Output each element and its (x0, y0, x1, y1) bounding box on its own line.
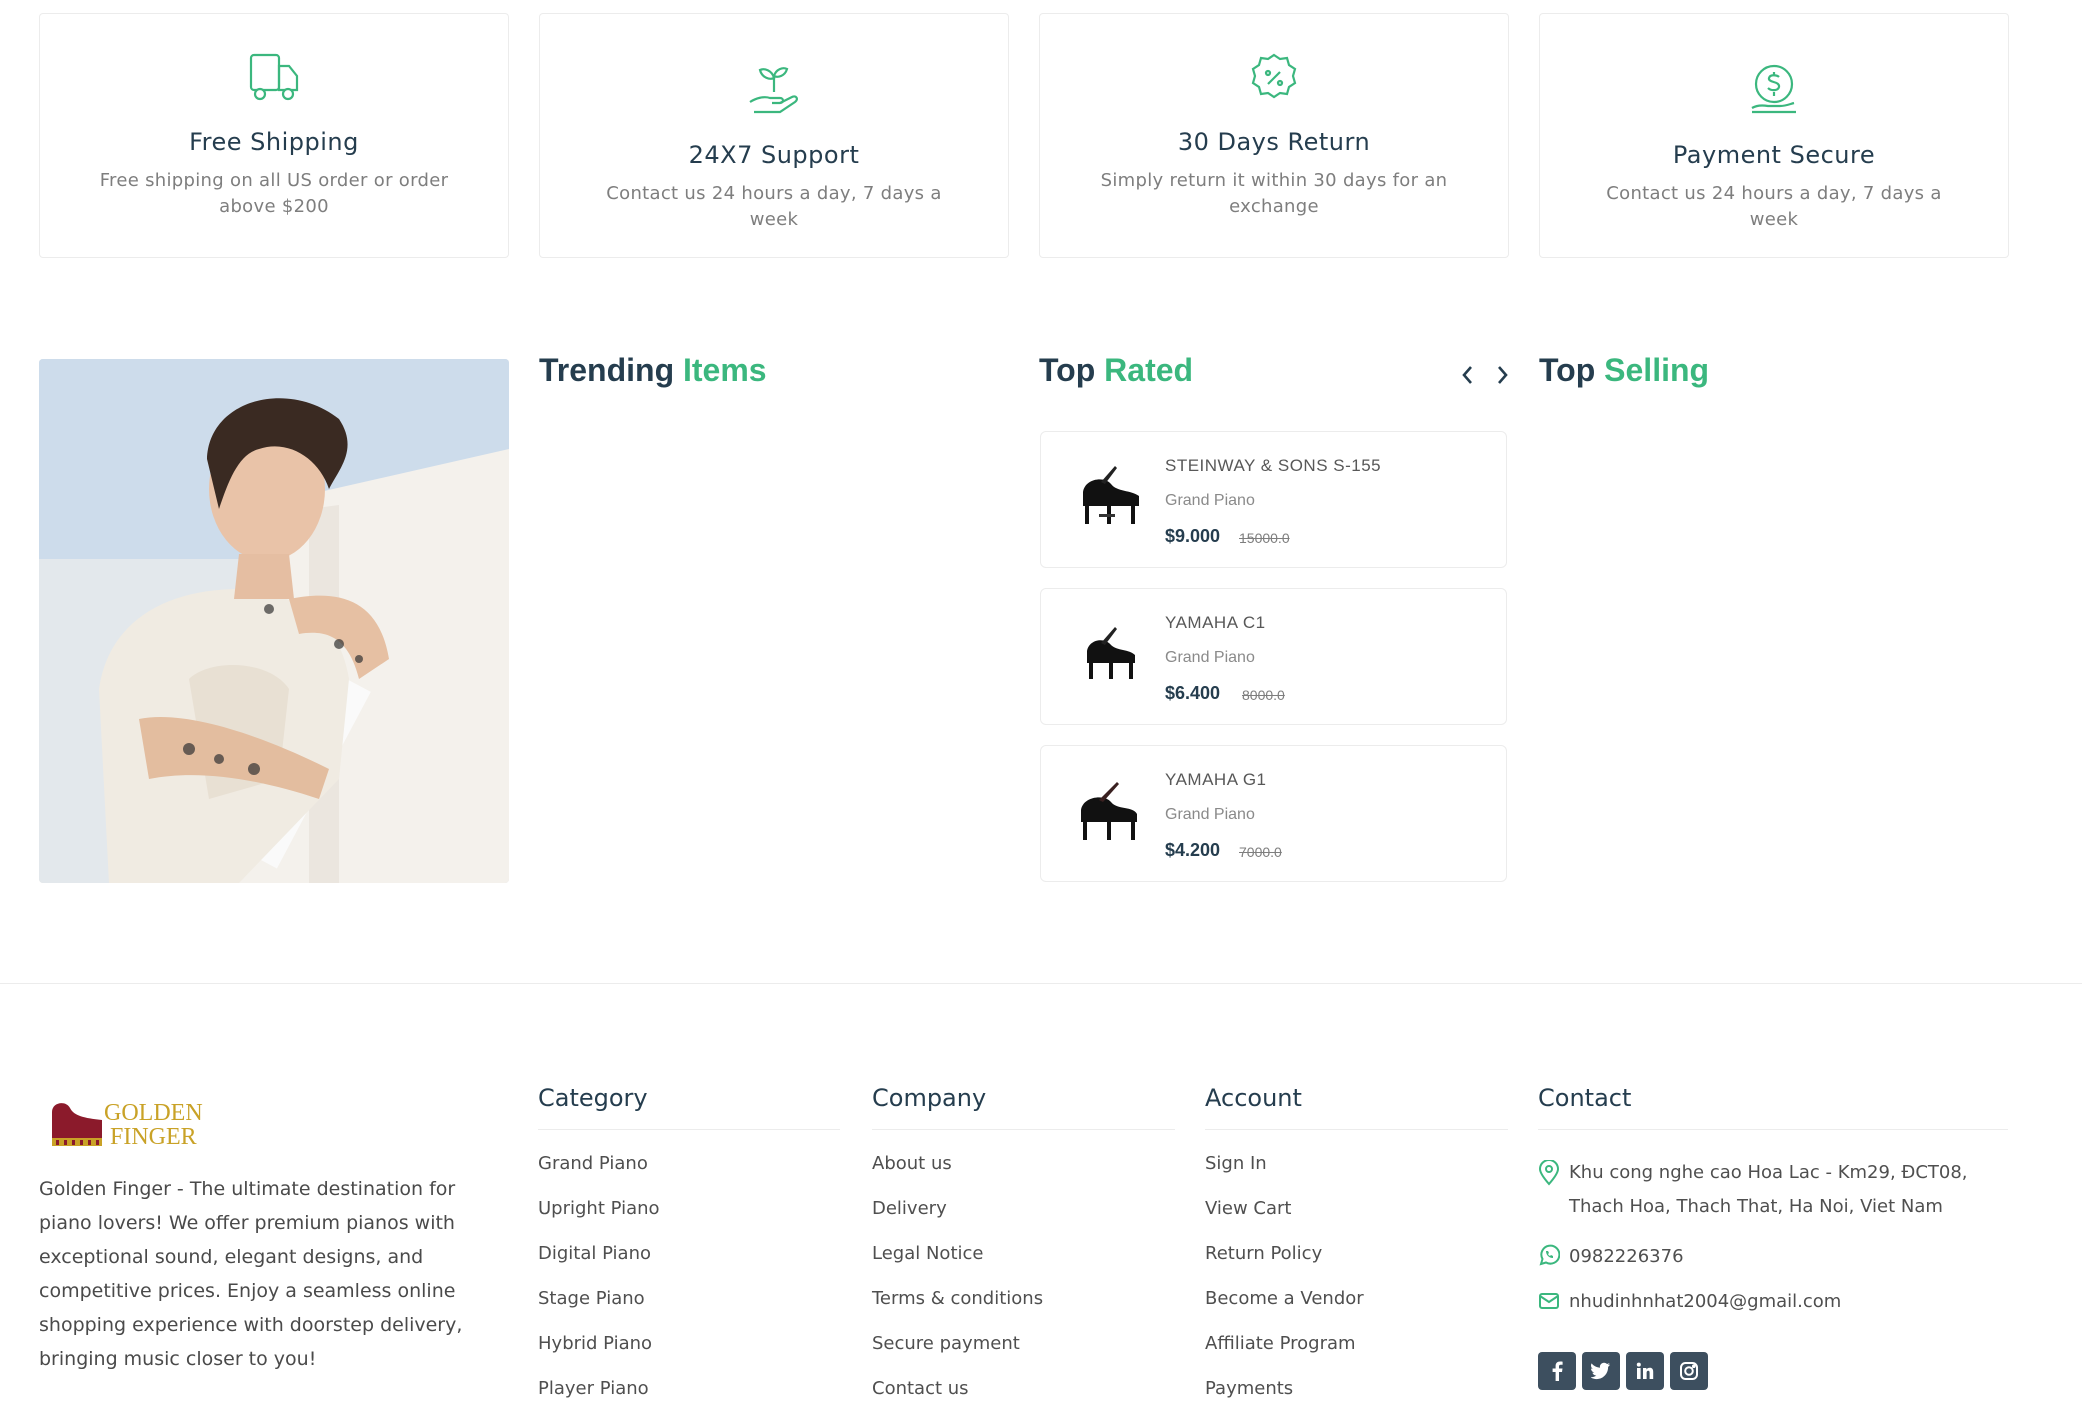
plant-hand-icon (746, 62, 802, 120)
facebook-icon[interactable] (1538, 1352, 1576, 1390)
location-pin-icon (1538, 1159, 1560, 1198)
footer-link[interactable]: Contact us (872, 1376, 1175, 1406)
chevron-right-icon[interactable] (1492, 361, 1514, 389)
footer-link[interactable]: Become a Vendor (1205, 1286, 1508, 1331)
product-card[interactable]: YAMAHA C1 Grand Piano $6.400 8000.0 (1040, 588, 1507, 725)
logo-text-golden: GOLDEN (104, 1100, 203, 1126)
piano-thumbnail[interactable] (1071, 462, 1149, 540)
footer-link[interactable]: Payments (1205, 1376, 1508, 1406)
footer-contact-column: Contact (1538, 1080, 2008, 1130)
feature-return: 30 Days Return Simply return it within 3… (1039, 13, 1509, 258)
contact-email[interactable]: nhudinhnhat2004@gmail.com (1538, 1285, 1841, 1319)
product-card[interactable]: STEINWAY & SONS S-155 Grand Piano $9.000… (1040, 431, 1507, 568)
feature-title: Payment Secure (1672, 141, 1876, 169)
footer-link[interactable]: About us (872, 1151, 1175, 1196)
piano-thumbnail[interactable] (1071, 776, 1149, 854)
carousel-arrows (1456, 361, 1514, 389)
top-selling-heading: Top Selling (1539, 352, 1709, 389)
footer-link[interactable]: Sign In (1205, 1151, 1508, 1196)
address-line: Thach Hoa, Thach That, Ha Noi, Viet Nam (1569, 1196, 1943, 1217)
product-category: Grand Piano (1165, 492, 1255, 509)
heading-accent: Items (683, 352, 767, 388)
footer-link[interactable]: Digital Piano (538, 1241, 840, 1286)
footer-column-title: Account (1205, 1080, 1508, 1130)
product-name[interactable]: STEINWAY & SONS S-155 (1165, 456, 1381, 476)
twitter-icon[interactable] (1582, 1352, 1620, 1390)
footer-link[interactable]: Terms & conditions (872, 1286, 1175, 1331)
footer-link[interactable]: Hybrid Piano (538, 1331, 840, 1376)
heading-accent: Rated (1104, 352, 1194, 388)
contact-address: Khu cong nghe cao Hoa Lac - Km29, ĐCT08,… (1538, 1156, 2008, 1224)
footer-column-title: Contact (1538, 1080, 2008, 1130)
footer-column-title: Category (538, 1080, 840, 1130)
heading-word: Top (1039, 352, 1096, 388)
trending-items-heading: Trending Items (539, 352, 767, 389)
product-price: $9.000 (1165, 526, 1221, 546)
footer-category-column: Category Grand Piano Upright Piano Digit… (538, 1080, 840, 1406)
footer-link[interactable]: Upright Piano (538, 1196, 840, 1241)
address-line: Khu cong nghe cao Hoa Lac - Km29, ĐCT08, (1569, 1162, 1968, 1183)
feature-title: 30 Days Return (1177, 128, 1371, 156)
footer-link[interactable]: View Cart (1205, 1196, 1508, 1241)
features-row: Free Shipping Free shipping on all US or… (39, 13, 2009, 258)
feature-free-shipping: Free Shipping Free shipping on all US or… (39, 13, 509, 258)
percent-badge-icon (1248, 52, 1300, 108)
product-category: Grand Piano (1165, 649, 1255, 666)
heading-word: Trending (539, 352, 675, 388)
feature-desc: Free shipping on all US order or order a… (99, 170, 449, 217)
feature-desc: Contact us 24 hours a day, 7 days a week (1606, 183, 1942, 230)
mail-icon (1538, 1289, 1560, 1323)
product-name[interactable]: YAMAHA C1 (1165, 613, 1266, 633)
footer-link[interactable]: Affiliate Program (1205, 1331, 1508, 1376)
heading-accent: Selling (1604, 352, 1710, 388)
footer-divider (0, 983, 2082, 984)
feature-support: 24X7 Support Contact us 24 hours a day, … (539, 13, 1009, 258)
footer-column-title: Company (872, 1080, 1175, 1130)
banner-image (39, 359, 509, 883)
feature-payment: Payment Secure Contact us 24 hours a day… (1539, 13, 2009, 258)
logo-text-finger: FINGER (110, 1124, 197, 1150)
footer-link[interactable]: Legal Notice (872, 1241, 1175, 1286)
email-address[interactable]: nhudinhnhat2004@gmail.com (1569, 1291, 1841, 1312)
social-links (1538, 1352, 1708, 1390)
about-text: Golden Finger - The ultimate destination… (39, 1178, 463, 1370)
golden-finger-logo[interactable]: GOLDEN FINGER (50, 1098, 220, 1152)
product-name[interactable]: YAMAHA G1 (1165, 770, 1267, 790)
linkedin-icon[interactable] (1626, 1352, 1664, 1390)
product-category: Grand Piano (1165, 806, 1255, 823)
product-old-price: 8000.0 (1242, 687, 1285, 703)
product-card[interactable]: YAMAHA G1 Grand Piano $4.200 7000.0 (1040, 745, 1507, 882)
footer-link[interactable]: Delivery (872, 1196, 1175, 1241)
product-old-price: 7000.0 (1239, 844, 1282, 860)
piano-thumbnail[interactable] (1071, 619, 1149, 697)
instagram-icon[interactable] (1670, 1352, 1708, 1390)
product-price: $6.400 (1165, 683, 1221, 703)
footer-account-column: Account Sign In View Cart Return Policy … (1205, 1080, 1508, 1406)
heading-word: Top (1539, 352, 1596, 388)
feature-title: Free Shipping (189, 128, 359, 156)
feature-desc: Simply return it within 30 days for an e… (1100, 170, 1448, 217)
footer-company-column: Company About us Delivery Legal Notice T… (872, 1080, 1175, 1406)
feature-title: 24X7 Support (688, 141, 860, 169)
truck-icon (248, 52, 300, 106)
contact-phone[interactable]: 0982226376 (1538, 1240, 1684, 1274)
whatsapp-icon (1538, 1244, 1561, 1278)
feature-desc: Contact us 24 hours a day, 7 days a week (606, 183, 942, 230)
chevron-left-icon[interactable] (1456, 361, 1478, 389)
footer-link[interactable]: Secure payment (872, 1331, 1175, 1376)
footer-link[interactable]: Stage Piano (538, 1286, 840, 1331)
footer-link[interactable]: Player Piano (538, 1376, 840, 1406)
product-price: $4.200 (1165, 840, 1221, 860)
top-rated-heading: Top Rated (1039, 352, 1193, 389)
footer-link[interactable]: Grand Piano (538, 1151, 840, 1196)
phone-number[interactable]: 0982226376 (1569, 1246, 1684, 1267)
dollar-hand-icon (1746, 62, 1802, 122)
product-old-price: 15000.0 (1239, 530, 1290, 546)
footer-link[interactable]: Return Policy (1205, 1241, 1508, 1286)
